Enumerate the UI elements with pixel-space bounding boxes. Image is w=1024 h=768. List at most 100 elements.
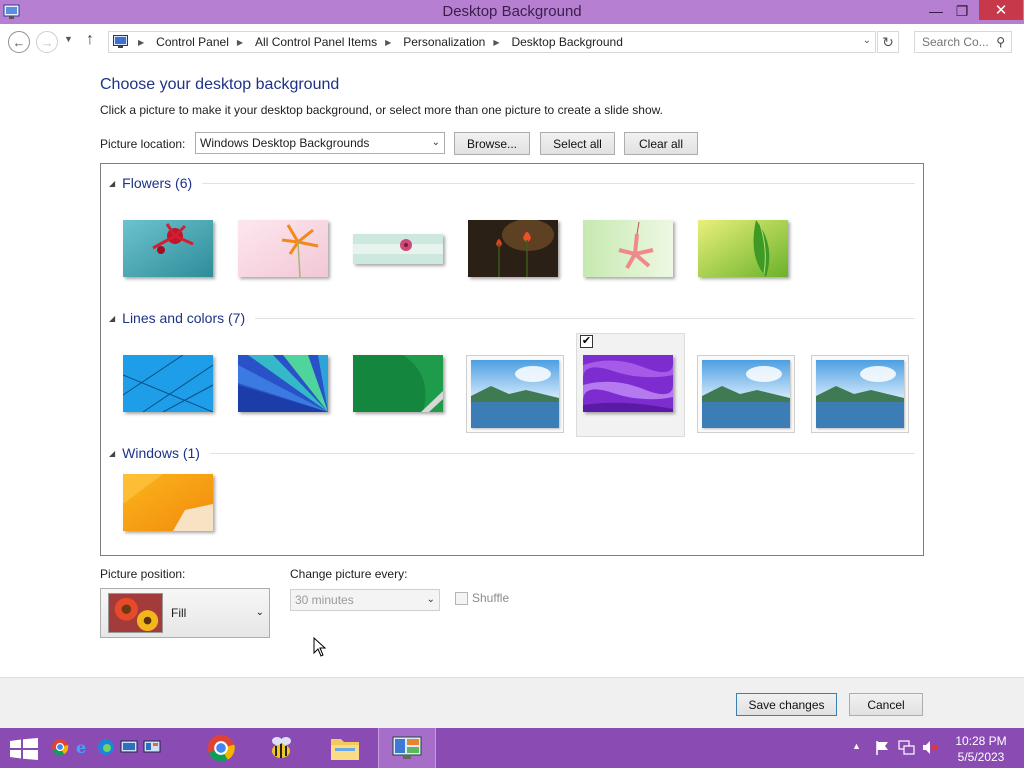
show-hidden-icons-button[interactable]: ▲ xyxy=(852,741,861,751)
picture-thumbnail-pink-lily[interactable] xyxy=(583,220,673,277)
breadcrumb-personalization[interactable]: Personalization xyxy=(403,35,485,49)
chevron-down-icon: ⌄ xyxy=(426,594,435,605)
taskbar-control-panel[interactable] xyxy=(378,728,436,768)
svg-text:e: e xyxy=(76,738,86,756)
forward-button[interactable]: → xyxy=(36,31,58,53)
breadcrumb-all-items[interactable]: All Control Panel Items xyxy=(255,35,377,49)
page-title: Choose your desktop background xyxy=(100,76,340,93)
group-title: Windows (1) xyxy=(122,445,200,461)
search-icon[interactable]: ⚲ xyxy=(996,35,1005,49)
picture-thumbnail-lake-landscape-2[interactable] xyxy=(702,360,790,428)
navigation-bar: ← → ▼ ↑ ▶ Control Panel ▶ All Control Pa… xyxy=(0,24,1024,60)
picture-frame-lake-landscape-3[interactable] xyxy=(811,355,909,433)
group-header-flowers[interactable]: ◢ Flowers (6) xyxy=(109,173,915,193)
picture-thumbnail-blue-lines[interactable] xyxy=(123,355,213,412)
picture-location-select[interactable]: Windows Desktop Backgrounds ⌄ xyxy=(195,132,445,154)
group-divider xyxy=(209,452,915,454)
maximize-button[interactable]: ❐ xyxy=(951,0,973,22)
instruction-text: Click a picture to make it your desktop … xyxy=(100,103,663,117)
picture-thumbnail-orange-windows[interactable] xyxy=(123,474,213,531)
picture-thumbnail-pink-flower[interactable] xyxy=(353,234,443,264)
bee-icon xyxy=(272,737,291,758)
windows-start-icon[interactable] xyxy=(10,738,38,760)
picture-location-label: Picture location: xyxy=(100,137,186,151)
up-button[interactable]: ↑ xyxy=(86,31,94,49)
breadcrumb-control-panel[interactable]: Control Panel xyxy=(156,35,229,49)
shuffle-option[interactable]: Shuffle xyxy=(455,591,509,605)
group-title: Flowers (6) xyxy=(122,175,193,191)
taskbar-chrome[interactable] xyxy=(192,728,250,768)
refresh-button[interactable]: ↻ xyxy=(877,31,899,53)
window-title: Desktop Background xyxy=(442,3,582,20)
folder-icon xyxy=(331,739,359,760)
group-header-lines-and-colors[interactable]: ◢ Lines and colors (7) xyxy=(109,308,915,328)
picture-selected-checkbox[interactable]: ✔ xyxy=(580,335,593,348)
chrome-icon xyxy=(207,734,235,762)
browse-button[interactable]: Browse... xyxy=(454,132,530,155)
picture-thumbnail-blue-green-fan[interactable] xyxy=(238,355,328,412)
picture-thumbnail-orange-flower[interactable] xyxy=(238,220,328,277)
close-button[interactable]: ✕ xyxy=(979,0,1023,20)
clear-all-button[interactable]: Clear all xyxy=(624,132,698,155)
change-picture-value: 30 minutes xyxy=(295,593,354,607)
cancel-button[interactable]: Cancel xyxy=(849,693,923,716)
picture-thumbnail-lake-landscape-3[interactable] xyxy=(816,360,904,428)
action-center-flag-icon[interactable] xyxy=(874,739,891,756)
minimize-button[interactable]: — xyxy=(921,0,951,22)
chevron-down-icon: ⌄ xyxy=(431,137,440,148)
group-header-windows[interactable]: ◢ Windows (1) xyxy=(109,443,915,463)
search-input[interactable] xyxy=(922,35,992,49)
shuffle-label: Shuffle xyxy=(472,591,510,605)
picture-thumbnail-green-leaf[interactable] xyxy=(698,220,788,277)
group-title: Lines and colors (7) xyxy=(122,310,246,326)
chrome-icon[interactable] xyxy=(51,738,69,756)
title-bar: Desktop Background — ❐ ✕ xyxy=(0,0,1024,24)
picture-thumbnail-red-tulips[interactable] xyxy=(468,220,558,277)
shuffle-checkbox[interactable] xyxy=(455,591,468,605)
footer-bar: Save changes Cancel xyxy=(0,677,1024,728)
computer-icon xyxy=(113,35,128,48)
address-bar[interactable]: ▶ Control Panel ▶ All Control Panel Item… xyxy=(108,31,876,53)
breadcrumb-separator-icon: ▶ xyxy=(138,37,145,47)
save-changes-button[interactable]: Save changes xyxy=(736,693,837,716)
clock-time: 10:28 PM xyxy=(955,734,1007,748)
picture-position-select[interactable]: Fill ⌄ xyxy=(100,588,270,638)
collapse-triangle-icon[interactable]: ◢ xyxy=(109,314,115,323)
back-button[interactable]: ← xyxy=(8,31,30,53)
select-all-button[interactable]: Select all xyxy=(540,132,615,155)
chevron-down-icon: ⌄ xyxy=(255,607,264,618)
recent-locations-icon[interactable]: ▼ xyxy=(64,34,73,44)
internet-explorer-icon[interactable]: e xyxy=(74,738,92,756)
breadcrumb-separator-icon[interactable]: ▶ xyxy=(493,38,499,47)
volume-muted-icon[interactable] xyxy=(921,739,938,756)
search-box[interactable]: ⚲ xyxy=(914,31,1012,53)
taskbar-bee-app[interactable] xyxy=(252,728,310,768)
breadcrumb-separator-icon[interactable]: ▶ xyxy=(385,38,391,47)
network-icon[interactable] xyxy=(898,739,915,756)
picture-thumbnail-lake-landscape[interactable] xyxy=(471,360,559,428)
picture-position-label: Picture position: xyxy=(100,567,186,581)
picture-list[interactable]: ◢ Flowers (6) ◢ Lines and colors (7) ✔ ◢… xyxy=(100,163,924,556)
picture-thumbnail-red-flower[interactable] xyxy=(123,220,213,277)
change-picture-label: Change picture every: xyxy=(290,567,408,581)
breadcrumb-separator-icon[interactable]: ▶ xyxy=(237,38,243,47)
taskbar-file-explorer[interactable] xyxy=(316,728,374,768)
collapse-triangle-icon[interactable]: ◢ xyxy=(109,179,115,188)
group-divider xyxy=(255,317,915,319)
picture-location-value: Windows Desktop Backgrounds xyxy=(200,136,370,150)
picture-position-value: Fill xyxy=(171,606,187,620)
desktop-icon[interactable] xyxy=(120,738,138,756)
edge-icon[interactable] xyxy=(97,738,115,756)
picture-thumbnail-purple-waves[interactable] xyxy=(583,355,673,412)
breadcrumb-desktop-background[interactable]: Desktop Background xyxy=(511,35,622,49)
picture-frame-lake-landscape-2[interactable] xyxy=(697,355,795,433)
mouse-cursor-icon xyxy=(313,637,327,657)
system-clock[interactable]: 10:28 PM 5/5/2023 xyxy=(948,733,1014,765)
collapse-triangle-icon[interactable]: ◢ xyxy=(109,449,115,458)
address-dropdown-icon[interactable]: ⌄ xyxy=(863,35,871,46)
picture-thumbnail-green-ribbon[interactable] xyxy=(353,355,443,412)
taskbar: e ▲ 10:28 PM 5/5/2023 xyxy=(0,728,1024,768)
control-panel-icon[interactable] xyxy=(143,738,161,756)
change-picture-select[interactable]: 30 minutes ⌄ xyxy=(290,589,440,611)
picture-frame-lake-landscape[interactable] xyxy=(466,355,564,433)
